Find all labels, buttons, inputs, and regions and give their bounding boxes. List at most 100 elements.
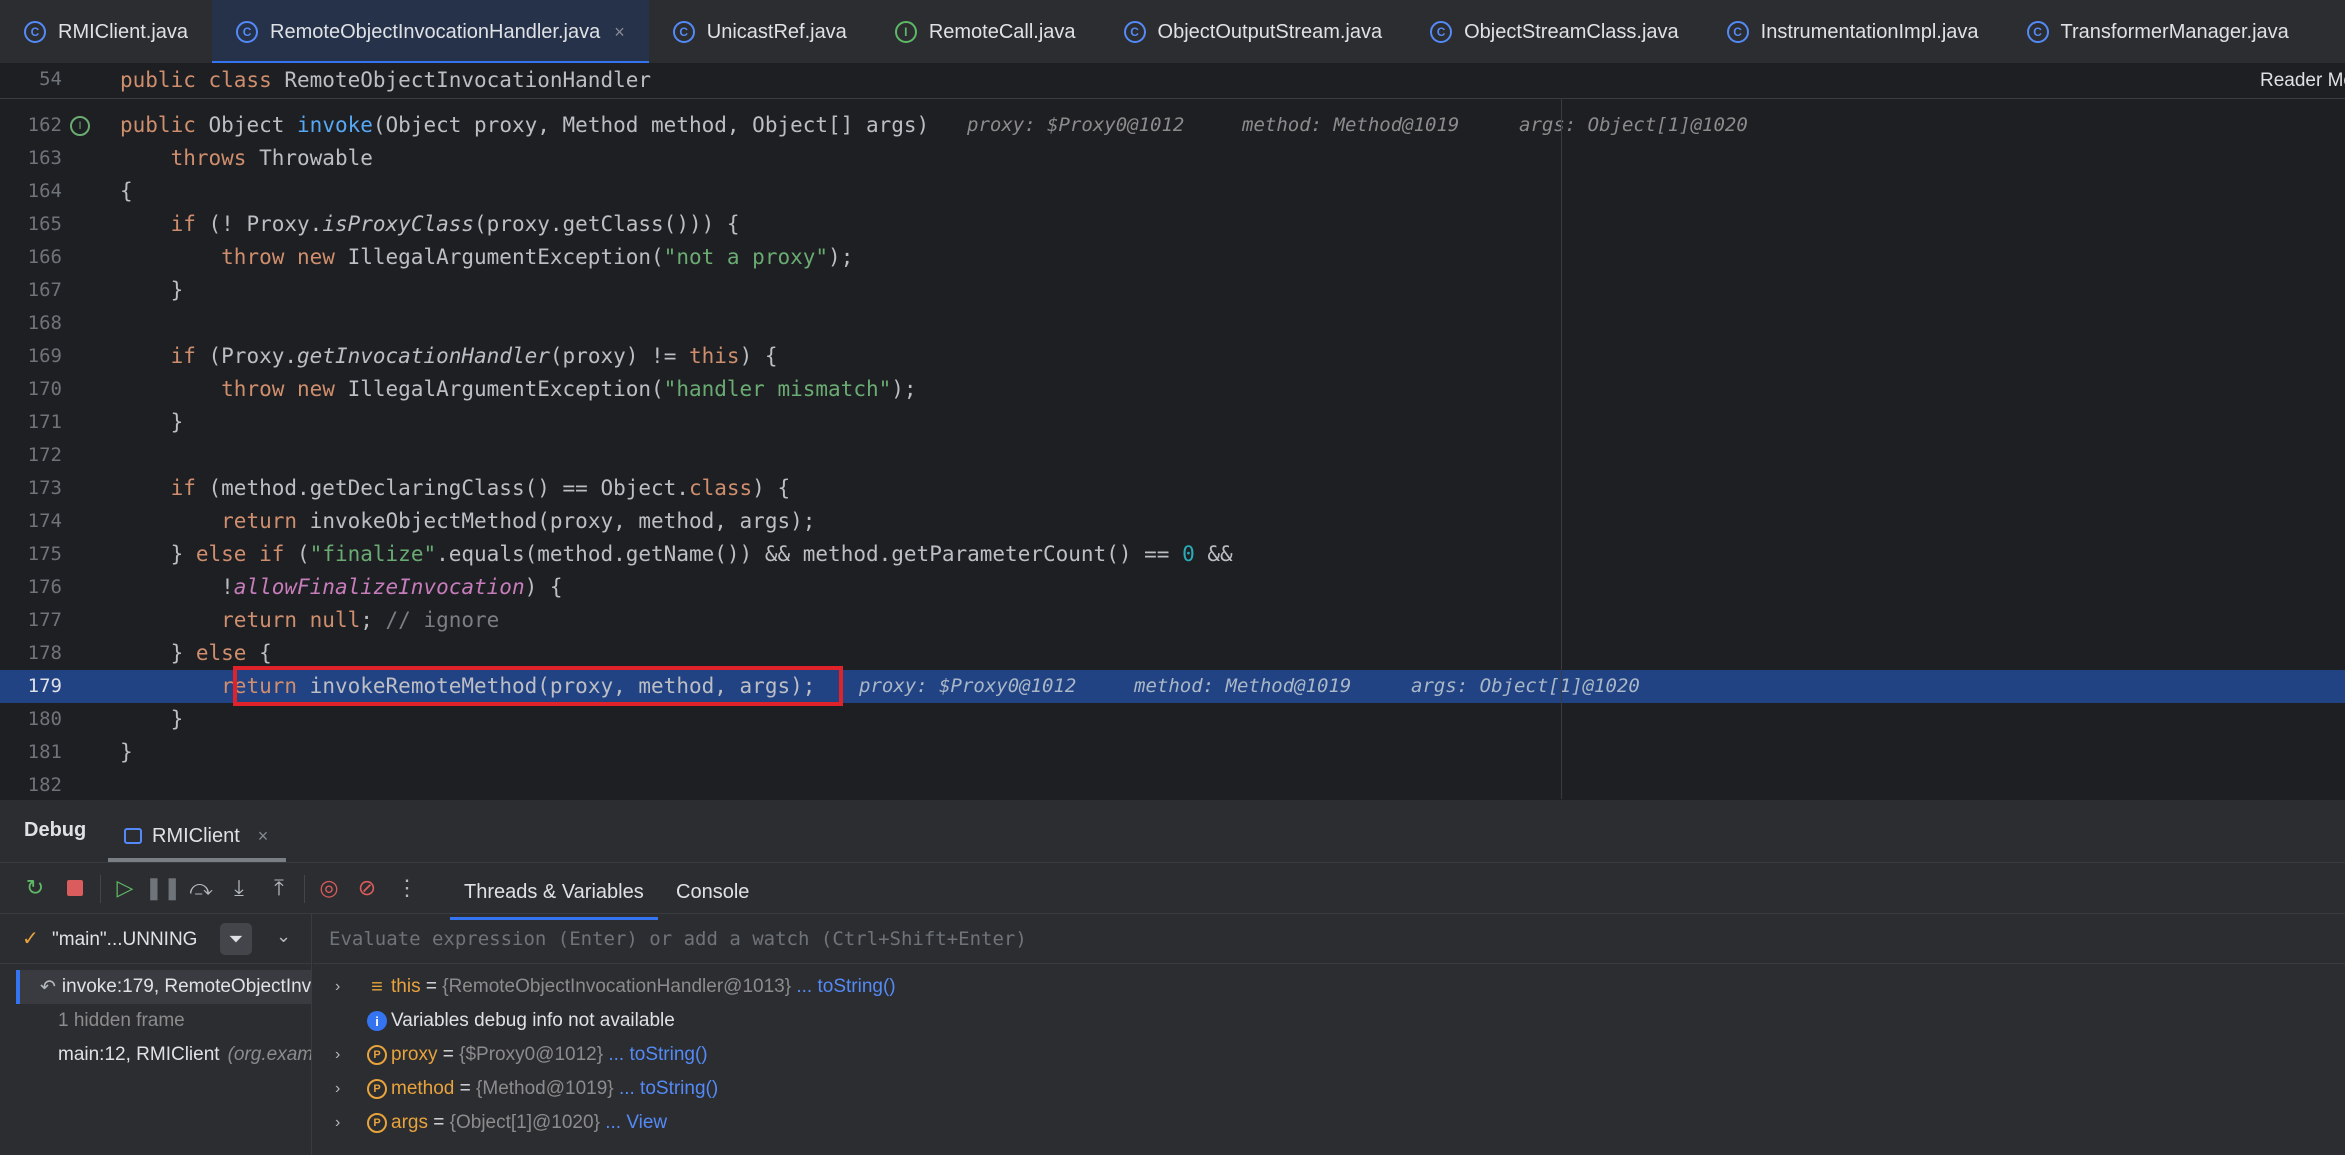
stack-icon: ≡ — [371, 975, 383, 998]
code-line: 169 if (Proxy.getInvocationHandler(proxy… — [0, 340, 2345, 373]
frame-label: main:12, RMIClient — [58, 1044, 220, 1065]
variable-name: method — [391, 1078, 455, 1099]
sticky-code: public class RemoteObjectInvocationHandl… — [120, 68, 652, 92]
line-number: 174 — [27, 510, 62, 532]
thread-selector[interactable]: ✓ "main"...UNNING ⏷ ⌄ — [0, 914, 311, 964]
return-icon: ↶ — [40, 976, 56, 998]
variable-row[interactable]: › P proxy = {$Proxy0@1012} ... toString(… — [313, 1038, 2345, 1072]
code-line: 182 — [0, 769, 2345, 802]
tostring-link[interactable]: ... toString() — [796, 976, 895, 997]
step-out-icon[interactable]: ⤒ — [266, 875, 292, 901]
line-number: 165 — [27, 213, 62, 235]
code-line: 167 } — [0, 274, 2345, 307]
rerun-icon[interactable]: ↻ — [22, 875, 48, 901]
reader-mode-button[interactable]: Reader Mode — [2260, 70, 2345, 92]
line-number: 177 — [27, 609, 62, 631]
tab-console[interactable]: Console — [676, 881, 749, 904]
code-line: 170 throw new IllegalArgumentException("… — [0, 373, 2345, 406]
view-link[interactable]: ... View — [605, 1112, 667, 1133]
implemented-method-icon[interactable]: I — [70, 116, 90, 136]
class-icon: C — [24, 21, 46, 43]
tab-rmiclient[interactable]: C RMIClient.java — [0, 0, 212, 63]
frame-item[interactable]: ↶ invoke:179, RemoteObjectInv — [16, 970, 311, 1004]
variable-row[interactable]: › P method = {Method@1019} ... toString(… — [313, 1072, 2345, 1106]
tab-label: ObjectOutputStream.java — [1157, 20, 1383, 43]
info-icon: i — [367, 1011, 387, 1031]
debug-toolbar: ↻ ▷ ❚❚ ⤼ ⤓ ⤒ ◎ ⊘ ⋮ Threads & Variables C… — [0, 862, 2345, 920]
tab-transformermanager[interactable]: C TransformerManager.java — [2003, 0, 2313, 63]
variable-name: this — [391, 976, 421, 997]
frame-label: 1 hidden frame — [58, 1010, 185, 1031]
step-over-icon[interactable]: ⤼ — [188, 875, 214, 901]
resume-icon[interactable]: ▷ — [112, 875, 138, 901]
right-margin-guide — [1561, 99, 1562, 799]
pause-icon[interactable]: ❚❚ — [145, 875, 182, 901]
check-icon: ✓ — [22, 928, 39, 950]
debug-session-tab[interactable]: RMIClient × — [124, 810, 268, 862]
filter-icon[interactable]: ⏷ — [220, 923, 252, 955]
param-icon: P — [367, 1113, 387, 1133]
class-icon: C — [1726, 21, 1749, 43]
line-number: 181 — [27, 741, 62, 763]
more-options-icon[interactable]: ⋮ — [394, 875, 420, 901]
code-line: 162 I public Object invoke(Object proxy,… — [0, 109, 2345, 142]
code-line: 172 — [0, 439, 2345, 472]
close-icon[interactable]: × — [258, 826, 269, 847]
chevron-right-icon[interactable]: › — [335, 978, 340, 996]
thread-label: "main"...UNNING — [52, 929, 198, 950]
line-number: 179 — [27, 675, 62, 697]
chevron-right-icon[interactable]: › — [335, 1114, 340, 1132]
frame-item[interactable]: main:12, RMIClient (org.exam — [16, 1038, 311, 1072]
inline-debug-value: method: Method@1019 — [1134, 675, 1352, 697]
tab-remotecall[interactable]: I RemoteCall.java — [871, 0, 1100, 63]
code-line: 164{ — [0, 175, 2345, 208]
tab-threads-variables[interactable]: Threads & Variables — [450, 881, 658, 920]
editor-tab-bar: C RMIClient.java C RemoteObjectInvocationH… — [0, 0, 2345, 64]
code-line: 180 } — [0, 703, 2345, 736]
mute-breakpoints-icon[interactable]: ⊘ — [354, 875, 380, 901]
tostring-link[interactable]: ... toString() — [619, 1078, 718, 1099]
tab-objectstreamclass[interactable]: C ObjectStreamClass.java — [1406, 0, 1703, 63]
line-number: 180 — [27, 708, 62, 730]
variable-row[interactable]: › ≡ this = {RemoteObjectInvocationHandle… — [313, 970, 2345, 1004]
line-number: 168 — [27, 312, 62, 334]
tab-label: UnicastRef.java — [706, 20, 847, 43]
code-line: 175 } else if ("finalize".equals(method.… — [0, 538, 2345, 571]
code-line: 177 return null; // ignore — [0, 604, 2345, 637]
variable-name: args — [391, 1112, 428, 1133]
param-icon: P — [367, 1045, 387, 1065]
chevron-right-icon[interactable]: › — [335, 1080, 340, 1098]
code-line: 166 throw new IllegalArgumentException("… — [0, 241, 2345, 274]
evaluate-expression-input[interactable]: Evaluate expression (Enter) or add a wat… — [313, 914, 2345, 964]
code-line: 168 — [0, 307, 2345, 340]
frames-panel: ✓ "main"...UNNING ⏷ ⌄ ↶ invoke:179, Remot… — [0, 914, 312, 1155]
variable-name: proxy — [391, 1044, 438, 1065]
tab-unicastref[interactable]: C UnicastRef.java — [649, 0, 871, 63]
tab-objectoutputstream[interactable]: C ObjectOutputStream.java — [1100, 0, 1407, 63]
line-number: 170 — [27, 378, 62, 400]
variables-panel: Evaluate expression (Enter) or add a wat… — [313, 914, 2345, 1155]
stop-icon[interactable] — [62, 875, 88, 901]
tab-label: RemoteObjectInvocationHandler.java — [270, 20, 601, 43]
variable-value: {$Proxy0@1012} — [459, 1044, 604, 1065]
step-into-icon[interactable]: ⤓ — [226, 875, 252, 901]
sticky-scroll-header[interactable]: 54 public class RemoteObjectInvocationHa… — [0, 64, 2345, 99]
tab-instrumentationimpl[interactable]: C InstrumentationImpl.java — [1703, 0, 2003, 63]
class-icon: C — [672, 21, 695, 43]
chevron-down-icon[interactable]: ⌄ — [276, 926, 291, 947]
tostring-link[interactable]: ... toString() — [608, 1044, 707, 1065]
debug-title: Debug — [24, 819, 87, 841]
close-icon[interactable]: × — [614, 22, 625, 43]
param-icon: P — [367, 1079, 387, 1099]
variable-value: {RemoteObjectInvocationHandler@1013} — [442, 976, 792, 997]
inline-debug-value: args: Object[1]@1020 — [1519, 114, 1748, 136]
chevron-right-icon[interactable]: › — [335, 1046, 340, 1064]
interface-icon: I — [894, 21, 917, 43]
view-breakpoints-icon[interactable]: ◎ — [316, 875, 342, 901]
line-number: 176 — [27, 576, 62, 598]
line-number: 162 — [27, 114, 62, 136]
tab-remoteobjectinvocationhandler[interactable]: C RemoteObjectInvocationHandler.java × — [212, 0, 649, 63]
variable-value: {Method@1019} — [476, 1078, 614, 1099]
hidden-frames-item[interactable]: 1 hidden frame — [16, 1004, 311, 1038]
variable-row[interactable]: › P args = {Object[1]@1020} ... View — [313, 1106, 2345, 1140]
